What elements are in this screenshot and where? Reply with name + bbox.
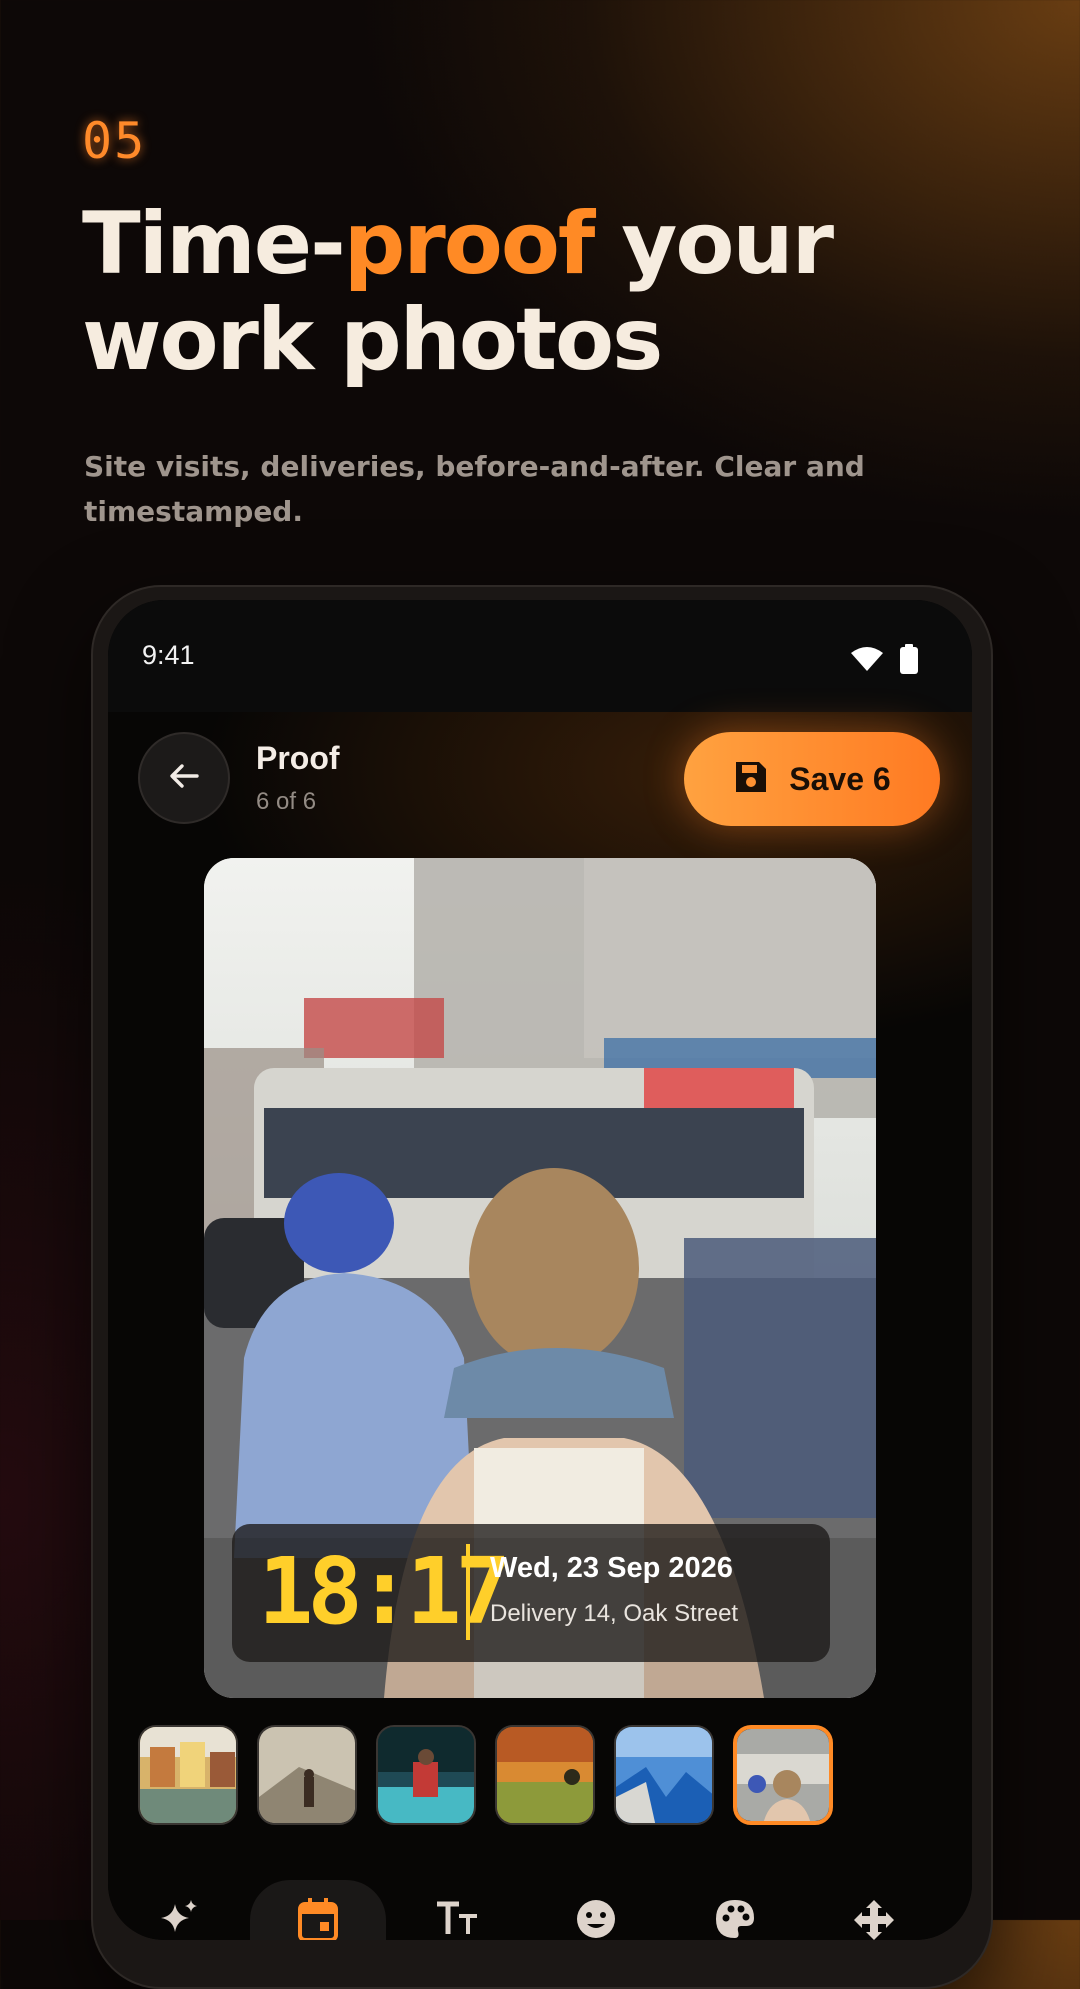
subtitle: Site visits, deliveries, before-and-afte… — [84, 450, 865, 528]
thumbnail-strip — [138, 1725, 833, 1825]
save-label: Save 6 — [789, 760, 891, 797]
tab-colors[interactable] — [667, 1880, 803, 1940]
floppy-disk-icon — [733, 759, 769, 799]
thumbnail[interactable] — [138, 1725, 238, 1825]
status-bar: 9:41 — [108, 600, 972, 712]
photo-preview[interactable]: 18:17 Wed, 23 Sep 2026 Delivery 14, Oak … — [204, 858, 876, 1698]
stamp-date: Wed, 23 Sep 2026 — [490, 1552, 733, 1584]
thumbnail[interactable] — [257, 1725, 357, 1825]
text-size-icon — [435, 1898, 479, 1940]
emoji-icon — [575, 1898, 617, 1940]
timestamp-overlay[interactable]: 18:17 Wed, 23 Sep 2026 Delivery 14, Oak … — [232, 1524, 830, 1662]
headline-part-1: Time- — [82, 194, 346, 294]
calendar-icon — [298, 1898, 338, 1940]
status-time: 9:41 — [142, 640, 195, 670]
wifi-icon — [850, 646, 884, 676]
move-icon — [852, 1898, 896, 1940]
stamp-location: Delivery 14, Oak Street — [490, 1600, 739, 1627]
save-button[interactable]: Save 6 — [684, 732, 940, 826]
photo-counter: 6 of 6 — [256, 788, 317, 815]
status-icons — [850, 644, 918, 678]
headline-accent: proof — [343, 194, 596, 294]
tab-date[interactable] — [250, 1880, 386, 1940]
page-title: Proof — [256, 740, 340, 776]
tab-position[interactable] — [806, 1880, 942, 1940]
thumbnail[interactable] — [495, 1725, 595, 1825]
palette-icon — [714, 1898, 756, 1940]
battery-icon — [900, 644, 918, 678]
stamp-divider — [466, 1544, 470, 1640]
thumbnail-selected[interactable] — [733, 1725, 833, 1825]
sparkles-icon — [157, 1898, 201, 1940]
editor-area: Proof 6 of 6 Save 6 18:17 Wed, 23 Sep 20… — [108, 712, 972, 1940]
tab-text[interactable] — [389, 1880, 525, 1940]
step-number: 05 — [82, 112, 147, 170]
tab-stickers[interactable] — [528, 1880, 664, 1940]
tab-effects[interactable] — [111, 1880, 247, 1940]
thumbnail[interactable] — [376, 1725, 476, 1825]
arrow-left-icon — [167, 759, 201, 797]
editor-toolbar — [108, 1880, 972, 1940]
headline: Time-proof your work photos — [82, 196, 982, 388]
thumbnail[interactable] — [614, 1725, 714, 1825]
back-button[interactable] — [138, 732, 230, 824]
phone-screen: 9:41 Proof 6 of 6 Save 6 18:17 Wed, 23 S… — [108, 600, 972, 1940]
